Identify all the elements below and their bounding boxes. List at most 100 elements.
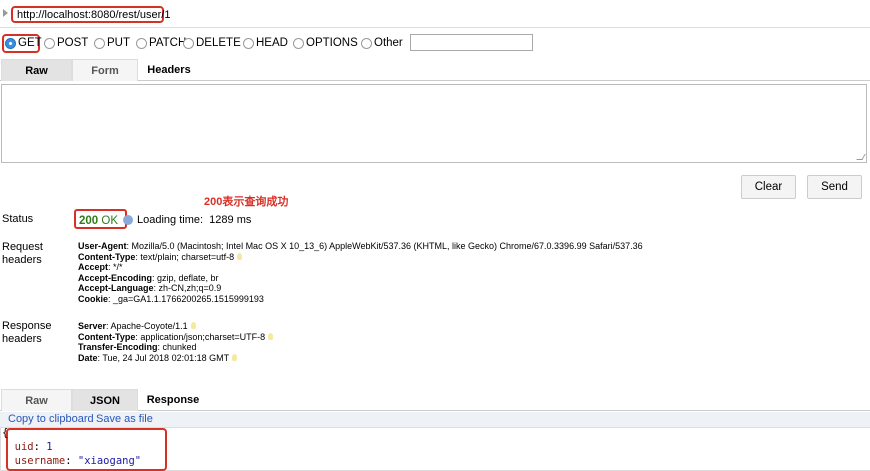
tab-response[interactable]: Response <box>143 389 203 411</box>
radio-checked-icon[interactable] <box>5 37 16 49</box>
method-get[interactable]: GET <box>5 36 42 50</box>
tab-raw[interactable]: Raw <box>1 389 72 411</box>
json-brace: { <box>2 427 9 439</box>
header-value: : _ga=GA1.1.1766200265.1515999193 <box>108 293 264 304</box>
tab-raw[interactable]: Raw <box>1 59 72 81</box>
header-line: Server: Apache-Coyote/1.1 <box>78 321 273 332</box>
lightbulb-icon[interactable] <box>232 353 238 361</box>
tab-headers[interactable]: Headers <box>143 59 195 81</box>
method-label: PATCH <box>149 37 187 49</box>
header-name: Accept <box>78 262 109 272</box>
header-line: Transfer-Encoding: chunked <box>78 342 273 353</box>
header-name: Accept-Encoding <box>78 272 153 283</box>
label-line: Request <box>2 241 43 253</box>
status-annotation: 200表示查询成功 <box>203 193 290 209</box>
status-value: 200 OK <box>79 214 134 227</box>
json-value: 1 <box>46 441 53 453</box>
method-other[interactable]: Other <box>361 36 403 50</box>
header-name: Date <box>78 352 98 363</box>
header-value: : chunked <box>157 342 197 352</box>
save-as-file-link[interactable]: Save as file <box>96 413 153 425</box>
response-actions: Copy to clipboard Save as file <box>0 412 870 427</box>
radio-icon[interactable] <box>136 37 147 49</box>
header-value: : Mozilla/5.0 (Macintosh; Intel Mac OS X… <box>126 241 643 251</box>
response-headers-list: Server: Apache-Coyote/1.1 Content-Type: … <box>78 321 274 364</box>
header-value: : gzip, deflate, br <box>152 272 219 283</box>
loading-label: Loading time: <box>137 214 204 226</box>
method-patch[interactable]: PATCH <box>136 36 186 50</box>
label-line: headers <box>2 254 42 266</box>
method-label: HEAD <box>256 37 288 49</box>
expand-arrow-icon[interactable] <box>3 9 8 17</box>
header-line: Content-Type: application/json;charset=U… <box>78 331 274 343</box>
header-value: : */* <box>108 262 123 272</box>
radio-icon[interactable] <box>293 37 304 49</box>
request-headers-list: User-Agent: Mozilla/5.0 (Macintosh; Inte… <box>78 241 643 304</box>
clear-button[interactable]: Clear <box>741 175 796 199</box>
method-label: PUT <box>107 37 130 49</box>
request-body-textarea[interactable] <box>1 84 867 163</box>
radio-icon[interactable] <box>94 37 105 49</box>
header-value: : zh-CN,zh;q=0.9 <box>153 283 222 293</box>
method-selector: GET POST PUT PATCH DELETE HEAD OPTIONS O… <box>0 33 870 53</box>
label-line: headers <box>2 333 42 345</box>
header-name: User-Agent <box>78 241 127 251</box>
header-value: : Tue, 24 Jul 2018 02:01:18 GMT <box>97 352 230 363</box>
tab-form[interactable]: Form <box>72 59 138 81</box>
json-key: uid <box>14 441 34 453</box>
method-label: OPTIONS <box>306 37 358 49</box>
resize-handle-icon[interactable] <box>856 154 866 160</box>
method-label: Other <box>374 37 403 49</box>
request-headers-label: Request headers <box>2 241 43 267</box>
request-tabs: Raw Form Headers <box>0 59 870 81</box>
header-value: : Apache-Coyote/1.1 <box>106 321 188 331</box>
json-content: { uid: 1 username: "xiaogang" <box>2 427 142 467</box>
lightbulb-icon[interactable] <box>190 322 196 329</box>
send-button[interactable]: Send <box>807 175 862 199</box>
header-name: Transfer-Encoding <box>78 342 158 352</box>
method-label: GET <box>18 37 42 49</box>
loading-time: Loading time: 1289 ms <box>137 214 251 226</box>
header-line: Accept: */* <box>78 262 643 273</box>
header-line: Accept-Language: zh-CN,zh;q=0.9 <box>78 283 643 294</box>
lightbulb-icon[interactable] <box>237 252 243 260</box>
lightbulb-icon[interactable] <box>268 332 274 340</box>
radio-icon[interactable] <box>361 37 372 49</box>
header-name: Content-Type <box>78 251 136 262</box>
header-value: : text/plain; charset=utf-8 <box>135 251 235 262</box>
response-tabs: Raw JSON Response <box>0 389 870 411</box>
method-put[interactable]: PUT <box>94 36 130 50</box>
header-name: Content-Type <box>78 331 136 342</box>
header-value: : application/json;charset=UTF-8 <box>135 331 266 342</box>
status-label: Status <box>2 213 34 225</box>
method-options[interactable]: OPTIONS <box>293 36 358 50</box>
url-bar: http://localhost:8080/rest/user/1 <box>0 0 870 28</box>
header-name: Accept-Language <box>78 283 154 293</box>
method-post[interactable]: POST <box>44 36 88 50</box>
method-label: POST <box>57 37 89 49</box>
header-name: Cookie <box>78 293 109 304</box>
url-input[interactable]: http://localhost:8080/rest/user/1 <box>11 6 170 23</box>
header-line: Accept-Encoding: gzip, deflate, br <box>78 273 643 284</box>
method-delete[interactable]: DELETE <box>183 36 241 50</box>
header-line: User-Agent: Mozilla/5.0 (Macintosh; Inte… <box>78 241 643 252</box>
label-line: Response <box>2 320 52 332</box>
status-text: OK <box>101 215 119 227</box>
method-head[interactable]: HEAD <box>243 36 288 50</box>
header-name: Server <box>78 321 107 331</box>
radio-icon[interactable] <box>183 37 194 49</box>
header-line: Date: Tue, 24 Jul 2018 02:01:18 GMT <box>78 353 273 364</box>
radio-icon[interactable] <box>243 37 254 49</box>
info-icon[interactable] <box>123 215 134 225</box>
copy-to-clipboard-link[interactable]: Copy to clipboard <box>8 413 94 425</box>
json-key: username <box>14 455 66 467</box>
method-label: DELETE <box>196 37 241 49</box>
tab-json[interactable]: JSON <box>72 389 138 411</box>
status-code: 200 <box>79 215 99 227</box>
header-line: Cookie: _ga=GA1.1.1766200265.1515999193 <box>78 294 643 305</box>
other-method-input[interactable] <box>410 34 533 51</box>
json-value: "xiaogang" <box>77 455 142 467</box>
radio-icon[interactable] <box>44 37 55 49</box>
response-headers-label: Response headers <box>2 320 52 346</box>
loading-value: 1289 ms <box>209 214 252 226</box>
